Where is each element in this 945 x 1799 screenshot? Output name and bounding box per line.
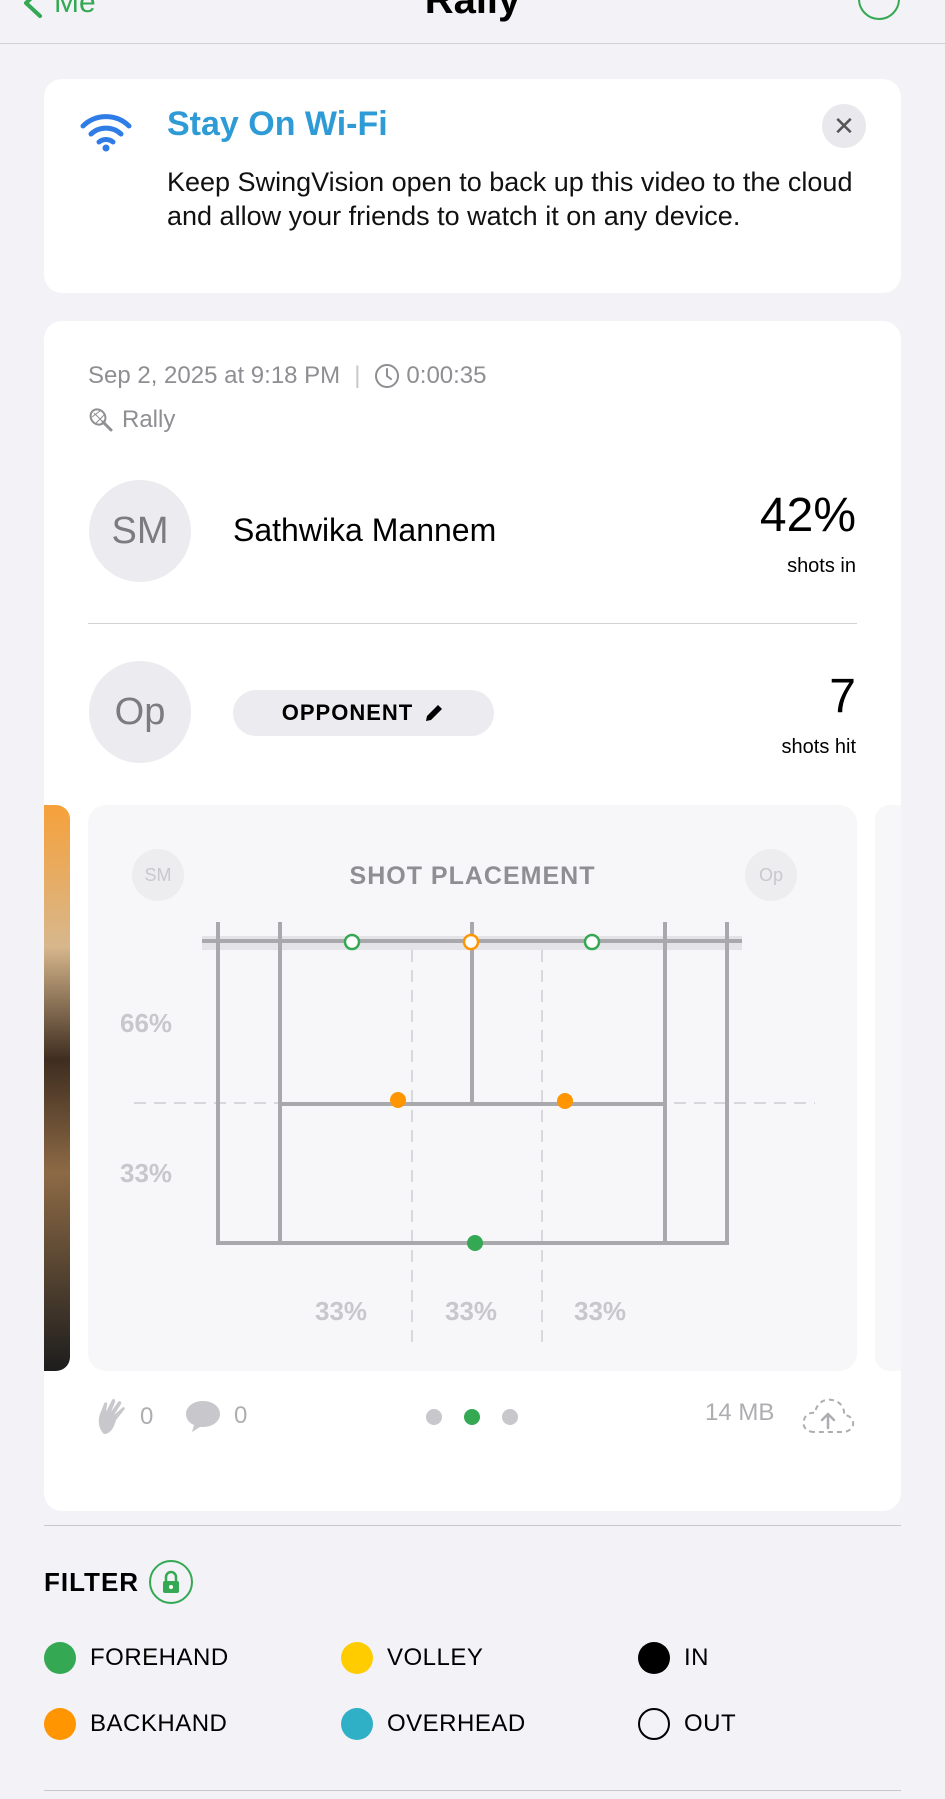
comment-count: 0: [234, 1402, 248, 1429]
filter-overhead-label: OVERHEAD: [387, 1710, 526, 1737]
forehand-swatch: [44, 1642, 76, 1674]
video-thumbnail-preview[interactable]: [44, 805, 70, 1371]
filter-volley-label: VOLLEY: [387, 1644, 484, 1671]
filter-in[interactable]: IN: [638, 1642, 709, 1674]
filter-out-label: OUT: [684, 1710, 737, 1737]
opponent-stat-label: shots hit: [781, 736, 856, 758]
filter-volley[interactable]: VOLLEY: [341, 1642, 483, 1674]
session-type-row: Rally: [88, 406, 175, 434]
meta-separator: |: [354, 362, 361, 389]
video-size: 14 MB: [705, 1399, 774, 1427]
wifi-banner-body: Keep SwingVision open to back up this vi…: [167, 167, 853, 231]
tennis-court-diagram: [134, 922, 815, 1348]
in-swatch: [638, 1642, 670, 1674]
shot-forehand-in: [467, 1235, 483, 1251]
clock-icon: [375, 364, 400, 388]
filter-forehand[interactable]: FOREHAND: [44, 1642, 229, 1674]
clap-icon: [98, 1398, 125, 1434]
backhand-swatch: [44, 1708, 76, 1740]
depth-label-short: 33%: [120, 1158, 173, 1188]
player-name: Sathwika Mannem: [233, 512, 497, 548]
shot-backhand-in-1: [390, 1092, 406, 1108]
cloud-upload-icon[interactable]: [800, 1394, 856, 1436]
court-lines: [216, 922, 729, 1245]
filter-forehand-label: FOREHAND: [90, 1644, 229, 1671]
edit-opponent-button[interactable]: OPPONENT: [233, 690, 494, 736]
page-title: Rally: [424, 0, 521, 22]
page-dot-2[interactable]: [464, 1409, 480, 1425]
filter-overhead[interactable]: OVERHEAD: [341, 1708, 526, 1740]
overhead-swatch: [341, 1708, 373, 1740]
shot-backhand-out: [462, 933, 480, 951]
page-dot-1[interactable]: [426, 1409, 442, 1425]
video-size-value: 14 MB: [705, 1399, 775, 1426]
out-swatch: [638, 1708, 670, 1740]
shot-forehand-out-2: [583, 933, 601, 951]
filter-divider-bottom: [44, 1790, 901, 1791]
filter-divider-top: [44, 1525, 901, 1526]
filter-backhand-label: BACKHAND: [90, 1710, 228, 1737]
player-stat-label: shots in: [787, 555, 856, 577]
opponent-stat-value: 7: [829, 670, 856, 723]
next-slide-preview[interactable]: [875, 805, 901, 1371]
close-icon: ✕: [833, 110, 855, 141]
filter-out[interactable]: OUT: [638, 1708, 736, 1740]
filter-label: FILTER: [44, 1567, 140, 1597]
like-button[interactable]: 0: [96, 1398, 153, 1436]
session-duration-group: 0:00:35: [374, 362, 487, 390]
shot-placement-title: SHOT PLACEMENT: [349, 862, 596, 890]
opponent-avatar[interactable]: Op: [89, 661, 191, 763]
comment-button[interactable]: 0: [184, 1398, 247, 1434]
wifi-banner-title: Stay On Wi-Fi: [167, 105, 388, 143]
volley-swatch: [341, 1642, 373, 1674]
player-avatar[interactable]: SM: [89, 480, 191, 582]
session-date: Sep 2, 2025 at 9:18 PM: [88, 362, 341, 389]
session-meta: Sep 2, 2025 at 9:18 PM | 0:00:35: [88, 362, 487, 390]
row-divider: [88, 623, 857, 624]
filter-backhand[interactable]: BACKHAND: [44, 1708, 227, 1740]
page-indicator[interactable]: [426, 1409, 518, 1425]
page-dot-3[interactable]: [502, 1409, 518, 1425]
session-type: Rally: [122, 406, 176, 433]
player-stat-value: 42%: [759, 489, 856, 542]
pencil-icon: [426, 705, 443, 721]
filter-lock-button[interactable]: [149, 1560, 193, 1604]
close-banner-button[interactable]: ✕: [822, 104, 866, 148]
depth-label-deep: 66%: [120, 1008, 173, 1038]
wifi-icon: [80, 114, 132, 152]
width-label-center: 33%: [445, 1296, 498, 1326]
shot-forehand-out-1: [343, 933, 361, 951]
racket-icon: [89, 408, 113, 432]
lock-icon: [163, 1570, 179, 1593]
opponent-label: OPPONENT: [281, 700, 414, 725]
like-count: 0: [140, 1403, 154, 1430]
width-label-right: 33%: [574, 1296, 627, 1326]
filter-in-label: IN: [684, 1644, 709, 1671]
comment-icon: [186, 1401, 220, 1432]
session-duration: 0:00:35: [406, 362, 487, 389]
width-label-left: 33%: [315, 1296, 368, 1326]
shot-backhand-in-2: [557, 1093, 573, 1109]
